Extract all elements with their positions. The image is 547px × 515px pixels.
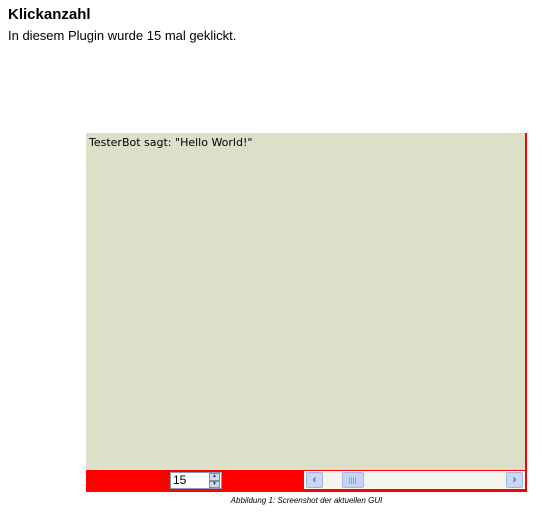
bot-message: TesterBot sagt: "Hello World!" bbox=[89, 136, 253, 149]
grip-icon bbox=[349, 476, 358, 484]
scroll-right-arrow-icon[interactable]: › bbox=[506, 472, 523, 488]
triangle-up-icon[interactable]: ▲ bbox=[209, 473, 220, 481]
horizontal-scrollbar[interactable]: ‹ › bbox=[304, 471, 525, 489]
scroll-left-arrow-icon[interactable]: ‹ bbox=[306, 472, 323, 488]
click-count-text: In diesem Plugin wurde 15 mal geklickt. bbox=[8, 28, 237, 43]
document-page: Klickanzahl In diesem Plugin wurde 15 ma… bbox=[0, 0, 547, 515]
figure-caption: Abbildung 1: Screenshot der aktuellen GU… bbox=[230, 496, 383, 505]
gui-screenshot-panel: TesterBot sagt: "Hello World!" 15 ▲ ▼ ‹ … bbox=[86, 133, 527, 492]
triangle-down-icon[interactable]: ▼ bbox=[209, 480, 220, 488]
page-heading: Klickanzahl bbox=[8, 6, 91, 23]
spinner-value[interactable]: 15 bbox=[171, 473, 209, 488]
click-count-spinner[interactable]: 15 ▲ ▼ bbox=[170, 472, 222, 489]
scroll-thumb[interactable] bbox=[342, 472, 365, 488]
spinner-buttons: ▲ ▼ bbox=[209, 473, 220, 488]
bottom-control-bar: 15 ▲ ▼ ‹ › bbox=[86, 470, 525, 490]
